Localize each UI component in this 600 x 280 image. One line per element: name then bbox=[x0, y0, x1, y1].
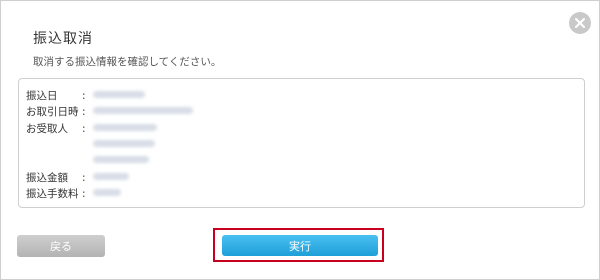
execute-button[interactable]: 実行 bbox=[222, 235, 378, 256]
detail-label: 振込手数料 bbox=[26, 188, 79, 200]
redacted-value bbox=[93, 189, 121, 196]
close-icon bbox=[575, 18, 585, 28]
detail-label: お取引日時 bbox=[26, 106, 79, 118]
cancel-transfer-dialog: 振込取消 取消する振込情報を確認してください。 振込日: お取引日時: お受取人… bbox=[0, 0, 600, 280]
detail-label: お受取人 bbox=[26, 123, 68, 135]
detail-row-recipient: お受取人: bbox=[26, 121, 92, 136]
detail-row-transfer-date: 振込日: bbox=[26, 88, 92, 103]
redacted-value bbox=[93, 156, 149, 163]
redacted-value bbox=[93, 173, 129, 180]
detail-label: 振込日 bbox=[26, 90, 58, 102]
detail-label: 振込金額 bbox=[26, 172, 68, 184]
detail-colon: : bbox=[82, 106, 86, 118]
back-button[interactable]: 戻る bbox=[17, 235, 105, 257]
detail-row-transaction-datetime: お取引日時: bbox=[26, 104, 92, 119]
dialog-subtitle: 取消する振込情報を確認してください。 bbox=[33, 56, 222, 68]
detail-row-transfer-fee: 振込手数料: bbox=[26, 186, 92, 201]
detail-colon: : bbox=[82, 90, 86, 102]
redacted-value bbox=[93, 124, 157, 131]
detail-colon: : bbox=[82, 123, 86, 135]
detail-colon: : bbox=[82, 188, 86, 200]
detail-colon: : bbox=[82, 172, 86, 184]
redacted-value bbox=[93, 107, 193, 114]
close-button[interactable] bbox=[569, 12, 591, 34]
detail-row-transfer-amount: 振込金額: bbox=[26, 170, 92, 185]
dialog-title: 振込取消 bbox=[33, 31, 93, 47]
redacted-value bbox=[93, 91, 145, 98]
transfer-details-box: 振込日: お取引日時: お受取人: 振込金額: 振込手数料: bbox=[18, 78, 585, 208]
redacted-value bbox=[93, 140, 155, 147]
